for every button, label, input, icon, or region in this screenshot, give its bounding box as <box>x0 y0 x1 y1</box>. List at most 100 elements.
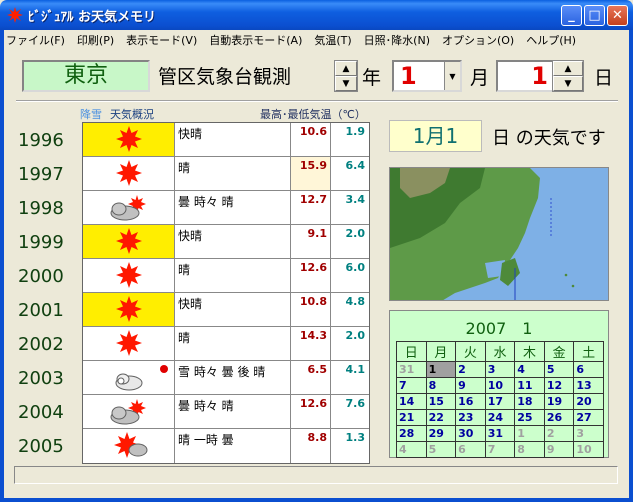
maximize-button[interactable]: □ <box>584 5 605 26</box>
calendar-day[interactable]: 6 <box>573 361 604 378</box>
minimize-button[interactable]: _ <box>561 5 582 26</box>
max-temp-cell: 10.6 <box>291 123 331 156</box>
calendar-day[interactable]: 19 <box>543 393 575 410</box>
close-button[interactable]: ✕ <box>607 5 628 26</box>
month-select[interactable]: 1 ▼ <box>392 60 462 92</box>
sun-icon <box>116 296 142 322</box>
calendar-day[interactable]: 28 <box>396 425 427 442</box>
min-temp-cell: 6.0 <box>345 261 366 274</box>
calendar-day[interactable]: 23 <box>455 409 486 426</box>
app-sun-icon <box>7 7 23 23</box>
calendar-day[interactable]: 4 <box>514 361 545 378</box>
calendar-day[interactable]: 5 <box>425 441 457 458</box>
sun-icon <box>116 126 142 152</box>
calendar-day[interactable]: 18 <box>514 393 545 410</box>
calendar-day[interactable]: 13 <box>573 377 604 394</box>
calendar-day[interactable]: 11 <box>514 377 545 394</box>
calendar-day[interactable]: 9 <box>455 377 486 394</box>
calendar-day[interactable]: 7 <box>396 377 427 394</box>
calendar-day[interactable]: 7 <box>484 441 516 458</box>
spin-up-icon[interactable]: ▲ <box>335 61 357 76</box>
calendar-day[interactable]: 30 <box>455 425 486 442</box>
calendar-day[interactable]: 10 <box>484 377 516 394</box>
calendar-day[interactable]: 12 <box>543 377 575 394</box>
calendar-day[interactable]: 3 <box>484 361 516 378</box>
min-temp-cell: 6.4 <box>345 159 366 172</box>
summary-cell: 晴 一時 曇 <box>175 429 291 463</box>
day-spinner[interactable]: ▲ ▼ <box>552 60 584 92</box>
calendar-day[interactable]: 10 <box>573 441 604 458</box>
menu-bar: ファイル(F) 印刷(P) 表示モード(V) 自動表示モード(A) 気温(T) … <box>0 30 633 50</box>
table-row[interactable]: 晴 15.9 6.4 <box>83 157 369 191</box>
day-input[interactable]: 1 <box>496 60 556 92</box>
calendar-day[interactable]: 21 <box>396 409 427 426</box>
calendar-day[interactable]: 29 <box>425 425 457 442</box>
table-row[interactable]: 晴 一時 曇 8.8 1.3 <box>83 429 369 463</box>
menu-temperature[interactable]: 気温(T) <box>308 32 357 48</box>
dropdown-arrow-icon[interactable]: ▼ <box>444 62 460 90</box>
table-row[interactable]: 曇 時々 晴 12.7 3.4 <box>83 191 369 225</box>
calendar-day[interactable]: 2 <box>543 425 575 442</box>
max-temp-cell: 10.8 <box>291 293 331 326</box>
calendar-day[interactable]: 24 <box>484 409 516 426</box>
calendar-day[interactable]: 5 <box>543 361 575 378</box>
weekday-label: 火 <box>455 341 486 362</box>
calendar-day[interactable]: 22 <box>425 409 457 426</box>
table-row[interactable]: 晴 12.6 6.0 <box>83 259 369 293</box>
title-bar[interactable]: ﾋﾞｼﾞｭｱﾙ お天気メモリ _ □ ✕ <box>0 0 633 30</box>
calendar-day[interactable]: 27 <box>573 409 604 426</box>
calendar-day[interactable]: 16 <box>455 393 486 410</box>
calendar-day[interactable]: 8 <box>514 441 545 458</box>
calendar-day[interactable]: 6 <box>455 441 486 458</box>
menu-print[interactable]: 印刷(P) <box>71 32 120 48</box>
calendar-day[interactable]: 31 <box>484 425 516 442</box>
status-bar <box>14 466 618 484</box>
spin-up-icon[interactable]: ▲ <box>553 61 583 76</box>
temperature-header: 最高･最低気温（℃） <box>260 108 366 121</box>
table-row[interactable]: 晴 14.3 2.0 <box>83 327 369 361</box>
table-row[interactable]: 快晴 10.6 1.9 <box>83 123 369 157</box>
month-label: 月 <box>470 67 490 89</box>
spin-down-icon[interactable]: ▼ <box>553 76 583 91</box>
city-selector[interactable]: 東京 <box>22 60 150 92</box>
menu-auto-view-mode[interactable]: 自動表示モード(A) <box>203 32 308 48</box>
calendar-day[interactable]: 14 <box>396 393 427 410</box>
min-temp-cell: 4.8 <box>345 295 366 308</box>
year-label: 2000 <box>18 266 64 287</box>
calendar-day[interactable]: 31 <box>396 361 427 378</box>
table-row[interactable]: 曇 時々 晴 12.6 7.6 <box>83 395 369 429</box>
calendar-day[interactable]: 15 <box>425 393 457 410</box>
calendar-day[interactable]: 2 <box>455 361 486 378</box>
year-label: 2003 <box>18 368 64 389</box>
calendar-day[interactable]: 9 <box>543 441 575 458</box>
calendar-day[interactable]: 4 <box>396 441 427 458</box>
min-temp-cell: 3.4 <box>345 193 366 206</box>
rain-snow-header: 降雪 <box>80 108 102 121</box>
menu-options[interactable]: オプション(O) <box>436 32 520 48</box>
menu-view-mode[interactable]: 表示モード(V) <box>120 32 203 48</box>
calendar-day[interactable]: 17 <box>484 393 516 410</box>
calendar-day[interactable]: 26 <box>543 409 575 426</box>
calendar-day[interactable]: 1 <box>514 425 545 442</box>
menu-sunshine-precipitation[interactable]: 日照･降水(N) <box>358 32 436 48</box>
min-temp-cell: 1.9 <box>345 125 366 138</box>
menu-file[interactable]: ファイル(F) <box>0 32 71 48</box>
year-column: 1996 1997 1998 1999 2000 2001 2002 2003 … <box>18 124 80 464</box>
menu-help[interactable]: ヘルプ(H) <box>520 32 582 48</box>
table-row[interactable]: 雪 時々 曇 後 晴 6.5 4.1 <box>83 361 369 395</box>
min-temp-cell: 2.0 <box>345 329 366 342</box>
calendar-day-selected[interactable]: 1 <box>425 361 457 378</box>
calendar-day[interactable]: 8 <box>425 377 457 394</box>
year-spinner[interactable]: ▲ ▼ <box>334 60 358 92</box>
year-label: 1998 <box>18 198 64 219</box>
weekday-label: 日 <box>396 341 427 362</box>
kanto-map[interactable] <box>389 167 609 301</box>
year-label: 2004 <box>18 402 64 423</box>
calendar-day[interactable]: 25 <box>514 409 545 426</box>
client-area: 東京 管区気象台観測 ▲ ▼ 年 1 ▼ 月 1 ▲ ▼ 日 降雪 天気概況 最… <box>4 50 629 498</box>
spin-down-icon[interactable]: ▼ <box>335 76 357 91</box>
calendar-day[interactable]: 20 <box>573 393 604 410</box>
table-row[interactable]: 快晴 10.8 4.8 <box>83 293 369 327</box>
calendar-day[interactable]: 3 <box>573 425 604 442</box>
table-row[interactable]: 快晴 9.1 2.0 <box>83 225 369 259</box>
